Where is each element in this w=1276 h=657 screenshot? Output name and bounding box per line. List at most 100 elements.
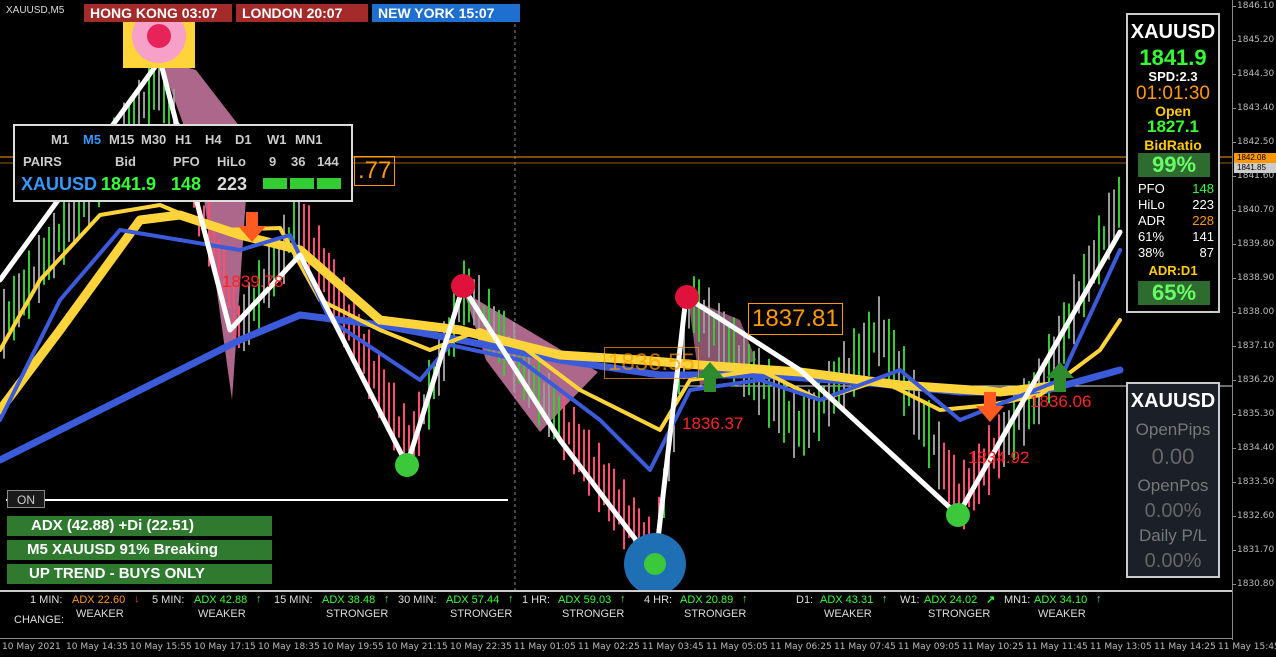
adx-trend-arrow-icon: ↑ [384, 593, 390, 605]
tf-m30[interactable]: M30 [141, 132, 166, 147]
time-axis: 10 May 2021 10 May 14:35 10 May 15:55 10 Ma… [0, 638, 1276, 657]
adx-value: ADX 34.10 [1034, 594, 1088, 606]
acct-openpos-value: 0.00% [1144, 500, 1202, 522]
acct-openpips-label: OpenPips [1135, 420, 1211, 439]
header-pfo: PFO [173, 154, 200, 169]
price-label-2: 1836.37 [682, 414, 744, 433]
price-tick: 1838.00 [1231, 307, 1275, 317]
price-tick: 1839.80 [1231, 239, 1275, 249]
adx-tf-label: 15 MIN: [274, 594, 313, 606]
price-tick: 1846.10 [1231, 1, 1275, 11]
adx-change-label: CHANGE: [14, 614, 65, 626]
price-tick: 1836.20 [1231, 375, 1275, 385]
session-time: 15:07 [458, 5, 495, 21]
time-tick: 11 May 07:45 [834, 642, 896, 652]
time-tick: 11 May 02:25 [578, 642, 640, 652]
tf-h4[interactable]: H4 [205, 132, 222, 147]
swing-high-dot [451, 274, 475, 298]
session-time: 20:07 [306, 5, 343, 21]
time-tick: 10 May 17:15 [194, 642, 256, 652]
trend-status-bar: UP TREND - BUYS ONLY [7, 564, 272, 584]
ma36-status-bar [290, 178, 314, 189]
adx-trend-arrow-icon: ↗ [986, 594, 996, 606]
time-tick: 11 May 09:05 [898, 642, 960, 652]
ma9-status-bar [263, 178, 287, 189]
tf-m5[interactable]: M5 [83, 132, 101, 147]
adx-state: STRONGER [562, 608, 625, 620]
price-tick: 1835.30 [1231, 409, 1275, 419]
time-tick: 10 May 15:55 [130, 642, 192, 652]
tf-d1[interactable]: D1 [235, 132, 252, 147]
adx-tf-label: 1 MIN: [30, 594, 63, 606]
target-box-2: 1836.55 [604, 347, 699, 379]
time-tick: 11 May 15:45 [1218, 642, 1276, 652]
price-tick: 1842.50 [1231, 137, 1275, 147]
time-tick: 11 May 14:25 [1154, 642, 1216, 652]
session-name: LONDON [242, 5, 303, 21]
acct-openpos-label: OpenPos [1137, 476, 1209, 495]
pair-hilo: 223 [217, 174, 248, 194]
tf-mn1[interactable]: MN1 [295, 132, 322, 147]
adx-trend-arrow-icon: ↑ [882, 593, 888, 605]
header-bid: Bid [115, 154, 136, 169]
adx-state: WEAKER [824, 608, 872, 620]
adx-trend-arrow-icon: ↑ [620, 593, 626, 605]
acct-dailypl-value: 0.00% [1144, 550, 1202, 572]
adx-state: STRONGER [684, 608, 747, 620]
adx-tf-label: D1: [796, 594, 814, 606]
session-new-york: NEW YORK 15:07 [372, 4, 520, 22]
info-price: 1841.9 [1139, 45, 1207, 70]
info-countdown: 01:01:30 [1136, 83, 1210, 104]
time-tick: 11 May 06:25 [770, 642, 832, 652]
swing-high-dot [675, 285, 699, 309]
price-tick: 1843.40 [1231, 103, 1275, 113]
tf-w1[interactable]: W1 [267, 132, 287, 147]
price-badge: 1841.85 [1234, 163, 1276, 173]
tf-m1[interactable]: M1 [51, 132, 69, 147]
adx-value: ADX 43.31 [820, 594, 874, 606]
price-tick: 1834.40 [1231, 443, 1275, 453]
tf-h1[interactable]: H1 [175, 132, 192, 147]
time-tick: 10 May 19:55 [322, 642, 384, 652]
adx-state: WEAKER [1038, 608, 1086, 620]
adx-tf-label: MN1: [1004, 594, 1031, 606]
acct-symbol: XAUUSD [1130, 390, 1216, 412]
session-name: NEW YORK [378, 5, 455, 21]
adx-tf-label: 1 HR: [522, 594, 551, 606]
pair-name[interactable]: XAUUSD [21, 174, 97, 195]
adx-status-bar: ADX (42.88) +Di (22.51) [7, 516, 272, 536]
adx-tf-label: 5 MIN: [152, 594, 185, 606]
info-adr-value: 65% [1138, 281, 1210, 305]
price-tick: 1832.60 [1231, 511, 1275, 521]
header-hilo: HiLo [217, 154, 246, 169]
adx-trend-arrow-icon: ↓ [134, 593, 140, 605]
info-symbol: XAUUSD [1130, 21, 1216, 43]
pair-bid: 1841.9 [101, 174, 157, 194]
breaking-status-bar: M5 XAUUSD 91% Breaking [7, 540, 272, 560]
time-tick: 11 May 03:45 [642, 642, 704, 652]
header-ma144: 144 [317, 154, 339, 169]
sell-signal-dot [147, 24, 171, 48]
indicator-on-button[interactable]: ON [7, 490, 45, 508]
price-badge: 1842.08 [1234, 153, 1276, 163]
session-london: LONDON 20:07 [236, 4, 368, 22]
adx-value: ADX 38.48 [322, 594, 376, 606]
chart-symbol-label: XAUUSD,M5 [6, 5, 65, 16]
acct-dailypl-label: Daily P/L [1138, 526, 1208, 545]
info-open-value: 1827.1 [1147, 117, 1199, 136]
price-label-4: 1836.06 [1030, 392, 1092, 411]
adx-tf-label: 30 MIN: [398, 594, 437, 606]
adx-state: WEAKER [76, 608, 124, 620]
buy-signal-dot [644, 553, 666, 575]
info-adr-label: ADR:D1 [1148, 263, 1198, 278]
time-tick: 11 May 11:45 [1026, 642, 1088, 652]
tf-m15[interactable]: M15 [109, 132, 134, 147]
adx-strip: CHANGE: 1 MIN: ADX 22.60 ↓ WEAKER 5 MIN: ADX … [0, 590, 1232, 640]
swing-low-dot [395, 453, 419, 477]
chart-area[interactable] [0, 0, 1232, 590]
swing-low-dot [946, 503, 970, 527]
price-tick: 1838.90 [1231, 273, 1275, 283]
price-tick: 1845.20 [1231, 35, 1275, 45]
adx-tf-label: 4 HR: [644, 594, 673, 606]
info-bidratio-value: 99% [1138, 153, 1210, 177]
